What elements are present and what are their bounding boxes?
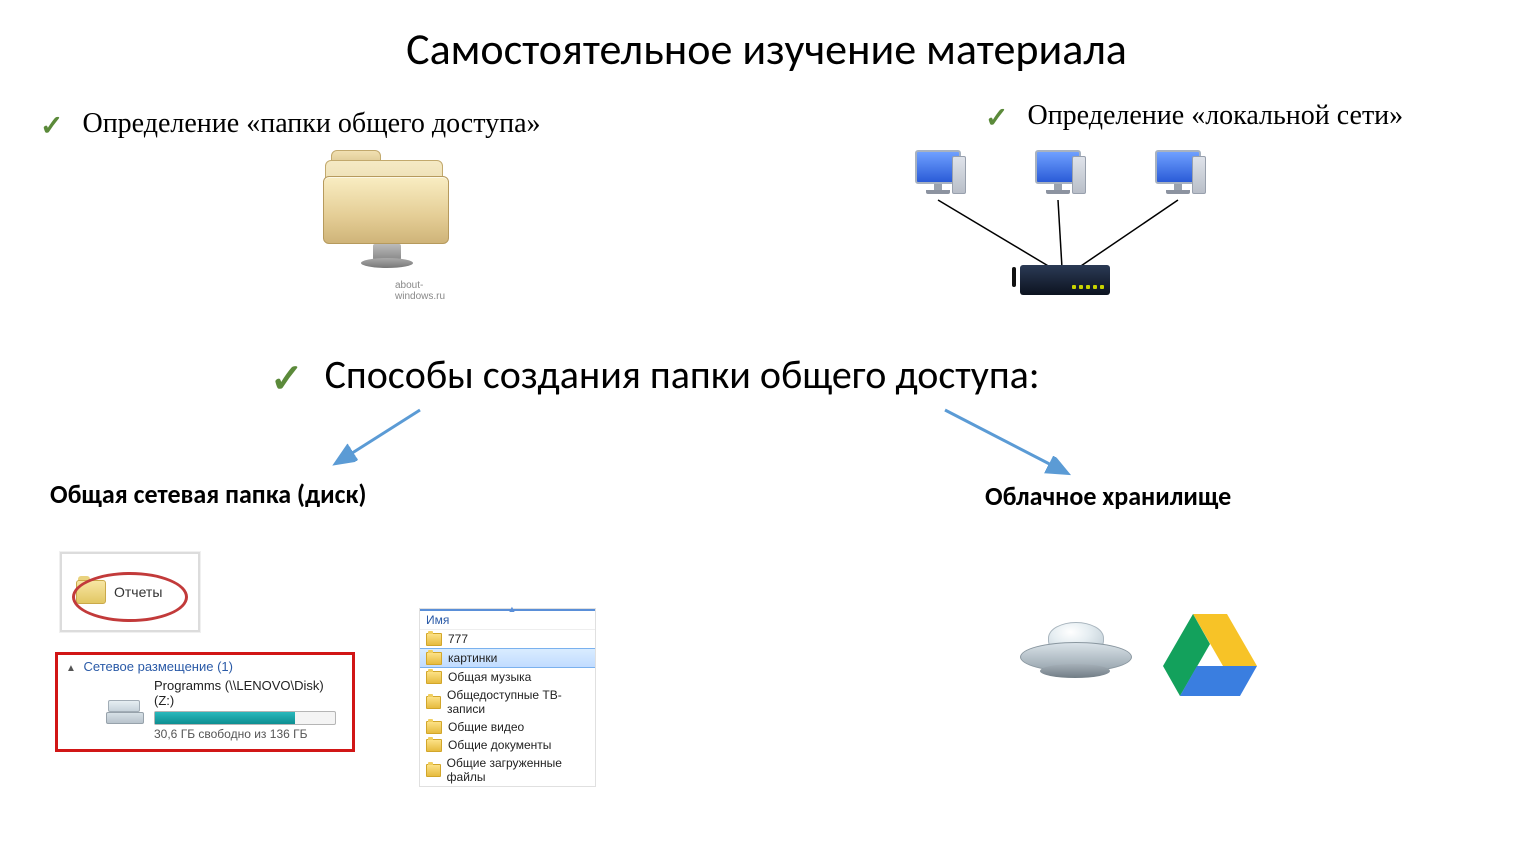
folder-icon — [426, 721, 442, 734]
network-drive-icon — [106, 698, 144, 722]
bullet-shared-folder-def: ✓ Определение «папки общего доступа» — [40, 108, 541, 143]
list-item-label: Общедоступные ТВ-записи — [447, 688, 589, 716]
bullet-text: Способы создания папки общего доступа: — [325, 350, 1040, 399]
sort-indicator-icon: ▲ — [508, 604, 517, 614]
screenshot-reports-folder: Отчеты — [60, 552, 200, 632]
column-header: ▲ Имя — [420, 611, 595, 630]
folder-icon — [426, 696, 441, 709]
subheading-network-folder: Общая сетевая папка (диск) — [50, 478, 366, 510]
list-item: Общая музыка — [420, 668, 595, 686]
computer-icon — [1030, 150, 1086, 204]
checkmark-icon: ✓ — [40, 109, 63, 143]
slide: Самостоятельное изучение материала ✓ Опр… — [0, 0, 1533, 864]
bullet-text: Определение «папки общего доступа» — [82, 108, 540, 139]
list-item-label: Общие видео — [448, 720, 524, 734]
list-item-label: Общие документы — [448, 738, 551, 752]
illustration-shared-folder: about-windows.ru — [300, 150, 470, 310]
netloc-drive-label: Programms (\\LENOVO\Disk) (Z:) — [154, 678, 344, 708]
netloc-free-text: 30,6 ГБ свободно из 136 ГБ — [154, 727, 344, 741]
column-header-text: Имя — [426, 613, 449, 627]
folder-icon — [426, 739, 442, 752]
router-icon — [1020, 265, 1110, 295]
folder-icon — [426, 764, 441, 777]
arrow-left-icon — [320, 400, 440, 480]
netloc-header-text: Сетевое размещение (1) — [84, 659, 233, 674]
netloc-info: Programms (\\LENOVO\Disk) (Z:) 30,6 ГБ с… — [154, 678, 344, 741]
list-item: Общие документы — [420, 736, 595, 754]
list-item: Общедоступные ТВ-записи — [420, 686, 595, 718]
arrow-right-icon — [930, 400, 1090, 490]
folder-icon — [426, 633, 442, 646]
capacity-bar — [154, 711, 336, 725]
list-item: Общие загруженные файлы — [420, 754, 595, 786]
list-item: 777 — [420, 630, 595, 648]
list-item: Общие видео — [420, 718, 595, 736]
netloc-drive-row: Programms (\\LENOVO\Disk) (Z:) 30,6 ГБ с… — [66, 678, 344, 741]
list-item-label: Общая музыка — [448, 670, 531, 684]
triangle-icon: ▲ — [66, 663, 76, 674]
folder-icon — [325, 150, 445, 240]
yandex-disk-ufo-icon — [1020, 620, 1130, 690]
list-item-label: Общие загруженные файлы — [447, 756, 589, 784]
screenshot-explorer-list: ▲ Имя 777 картинки Общая музыка Общедоступн… — [420, 609, 595, 786]
illustration-network — [900, 150, 1220, 310]
bullet-lan-def: ✓ Определение «локальной сети» — [985, 100, 1403, 135]
bullet-text: Определение «локальной сети» — [1027, 100, 1403, 131]
folder-icon — [426, 652, 442, 665]
checkmark-icon: ✓ — [270, 354, 304, 403]
checkmark-icon: ✓ — [985, 101, 1008, 135]
list-item: картинки — [420, 648, 595, 668]
computer-icon — [1150, 150, 1206, 204]
screenshot-network-location: ▲ Сетевое размещение (1) Programms (\\LE… — [55, 652, 355, 752]
list-item-label: картинки — [448, 651, 497, 665]
folder-icon — [426, 671, 442, 684]
netloc-header: ▲ Сетевое размещение (1) — [66, 659, 344, 674]
subheading-cloud-storage: Облачное хранилище — [985, 480, 1231, 512]
highlight-circle-icon — [72, 572, 188, 622]
image-credit: about-windows.ru — [395, 280, 470, 302]
page-title: Самостоятельное изучение материала — [0, 22, 1533, 76]
google-drive-icon — [1160, 610, 1260, 700]
list-item-label: 777 — [448, 632, 468, 646]
bullet-methods: ✓ Способы создания папки общего доступа: — [270, 350, 1040, 403]
computer-icon — [910, 150, 966, 204]
